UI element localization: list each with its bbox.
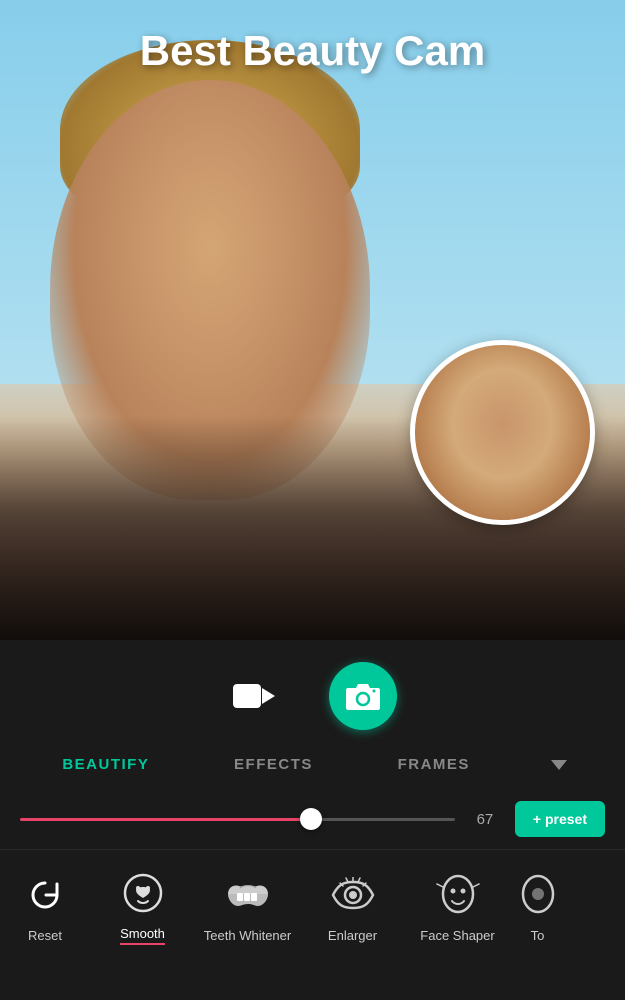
photo-mode-button[interactable] — [329, 662, 397, 730]
reset-svg — [26, 876, 64, 914]
app-title: Best Beauty Cam — [0, 28, 625, 74]
reset-icon — [20, 870, 70, 920]
tone-label: To — [531, 928, 545, 943]
controls-area: BEAUTIFY EFFECTS FRAMES 67 + preset Rese… — [0, 640, 625, 1000]
teeth-svg — [223, 880, 273, 910]
tool-enlarger[interactable]: Enlarger — [300, 862, 405, 951]
slider-value: 67 — [470, 811, 500, 828]
face-shaper-label: Face Shaper — [420, 928, 494, 943]
tab-frames[interactable]: FRAMES — [388, 748, 480, 781]
smooth-svg — [120, 870, 166, 916]
video-mode-icon — [232, 680, 276, 712]
tab-beautify[interactable]: BEAUTIFY — [52, 748, 159, 781]
photo-area: Best Beauty Cam — [0, 0, 625, 640]
slider-row: 67 + preset — [0, 789, 625, 849]
tabs-row: BEAUTIFY EFFECTS FRAMES — [0, 748, 625, 781]
beauty-slider-track[interactable] — [20, 818, 455, 821]
tools-row: Reset Smooth — [0, 849, 625, 953]
tone-svg — [515, 872, 561, 918]
beauty-slider-thumb[interactable] — [300, 808, 322, 830]
tool-reset[interactable]: Reset — [0, 862, 90, 951]
video-mode-button[interactable] — [229, 671, 279, 721]
inset-comparison-photo — [410, 340, 595, 525]
eye-svg — [328, 877, 378, 913]
camera-mode-row — [0, 640, 625, 748]
tool-teeth-whitener[interactable]: Teeth Whitener — [195, 862, 300, 951]
teeth-whitener-icon — [223, 870, 273, 920]
tab-effects[interactable]: EFFECTS — [224, 748, 323, 781]
enlarger-icon — [328, 870, 378, 920]
smooth-label: Smooth — [120, 926, 165, 945]
tool-face-shaper[interactable]: Face Shaper — [405, 862, 510, 951]
preset-button[interactable]: + preset — [515, 801, 605, 837]
smooth-icon — [118, 868, 168, 918]
inset-face-image — [415, 345, 590, 520]
person-overlay — [0, 0, 625, 640]
camera-icon — [345, 681, 381, 711]
teeth-whitener-label: Teeth Whitener — [204, 928, 291, 943]
more-tabs-button[interactable] — [545, 751, 573, 779]
reset-label: Reset — [28, 928, 62, 943]
face-shaper-svg — [435, 872, 481, 918]
tone-icon — [513, 870, 563, 920]
tool-tone-partial[interactable]: To — [510, 862, 565, 951]
enlarger-label: Enlarger — [328, 928, 377, 943]
face-shaper-icon — [433, 870, 483, 920]
tool-smooth[interactable]: Smooth — [90, 860, 195, 953]
chevron-down-icon — [551, 760, 567, 770]
